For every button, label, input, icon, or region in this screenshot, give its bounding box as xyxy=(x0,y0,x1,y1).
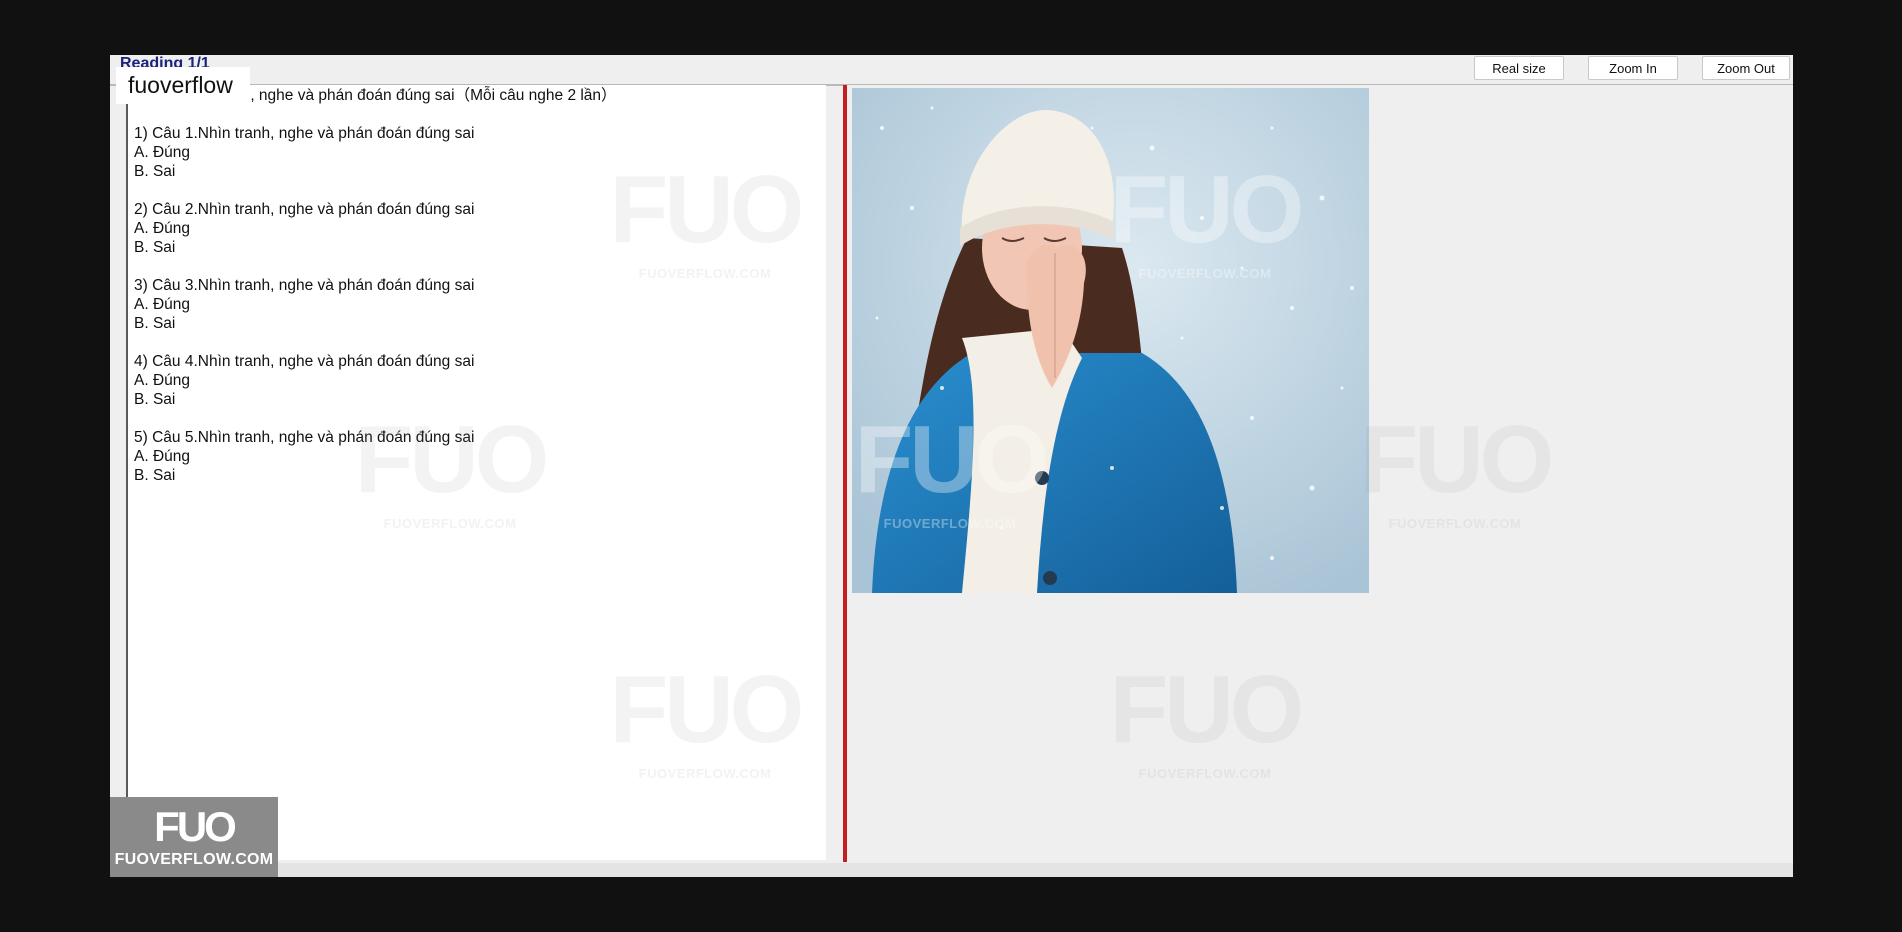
zoom-in-button[interactable]: Zoom In xyxy=(1588,56,1678,80)
question-prompt: 4) Câu 4.Nhìn tranh, nghe và phán đoán đ… xyxy=(134,353,475,370)
app-window: Reading 1/1 Real size Zoom In Zoom Out B… xyxy=(110,55,1793,877)
answer-option-a[interactable]: A. Đúng xyxy=(134,219,826,238)
question-item: 5) Câu 5.Nhìn tranh, nghe và phán đoán đ… xyxy=(134,428,826,485)
question-prompt: 5) Câu 5.Nhìn tranh, nghe và phán đoán đ… xyxy=(134,429,475,446)
question-item: 1) Câu 1.Nhìn tranh, nghe và phán đoán đ… xyxy=(134,124,826,181)
answer-option-b[interactable]: B. Sai xyxy=(134,466,826,485)
question-prompt: 3) Câu 3.Nhìn tranh, nghe và phán đoán đ… xyxy=(134,277,475,294)
zoom-out-button[interactable]: Zoom Out xyxy=(1702,56,1790,80)
watermark-corner-label: fuoverflow xyxy=(116,67,250,104)
fuo-logo: FUO xyxy=(154,803,237,850)
real-size-button[interactable]: Real size xyxy=(1474,56,1564,80)
answer-option-a[interactable]: A. Đúng xyxy=(134,371,826,390)
question-panel[interactable]: Bài 1. Nhìn tranh, nghe và phán đoán đún… xyxy=(126,85,826,860)
answer-option-b[interactable]: B. Sai xyxy=(134,314,826,333)
answer-option-b[interactable]: B. Sai xyxy=(134,238,826,257)
question-prompt: 2) Câu 2.Nhìn tranh, nghe và phán đoán đ… xyxy=(134,201,475,218)
toolbar: Reading 1/1 Real size Zoom In Zoom Out xyxy=(110,55,1793,86)
question-item: 4) Câu 4.Nhìn tranh, nghe và phán đoán đ… xyxy=(134,352,826,409)
question-item: 3) Câu 3.Nhìn tranh, nghe và phán đoán đ… xyxy=(134,276,826,333)
question-prompt: 1) Câu 1.Nhìn tranh, nghe và phán đoán đ… xyxy=(134,125,475,142)
answer-option-b[interactable]: B. Sai xyxy=(134,162,826,181)
badge-site-text: FUOVERFLOW.COM xyxy=(114,851,274,868)
woman-in-snow-image xyxy=(852,88,1369,593)
photo-illustration xyxy=(852,88,1369,593)
answer-option-b[interactable]: B. Sai xyxy=(134,390,826,409)
watermark-badge: FUO FUOVERFLOW.COM xyxy=(110,797,278,877)
image-panel[interactable] xyxy=(847,85,1793,862)
question-content: Bài 1. Nhìn tranh, nghe và phán đoán đún… xyxy=(128,85,826,485)
answer-option-a[interactable]: A. Đúng xyxy=(134,295,826,314)
status-bar xyxy=(110,863,1793,877)
app-title: Reading 1/1 xyxy=(120,55,210,67)
question-item: 2) Câu 2.Nhìn tranh, nghe và phán đoán đ… xyxy=(134,200,826,257)
answer-option-a[interactable]: A. Đúng xyxy=(134,143,826,162)
answer-option-a[interactable]: A. Đúng xyxy=(134,447,826,466)
